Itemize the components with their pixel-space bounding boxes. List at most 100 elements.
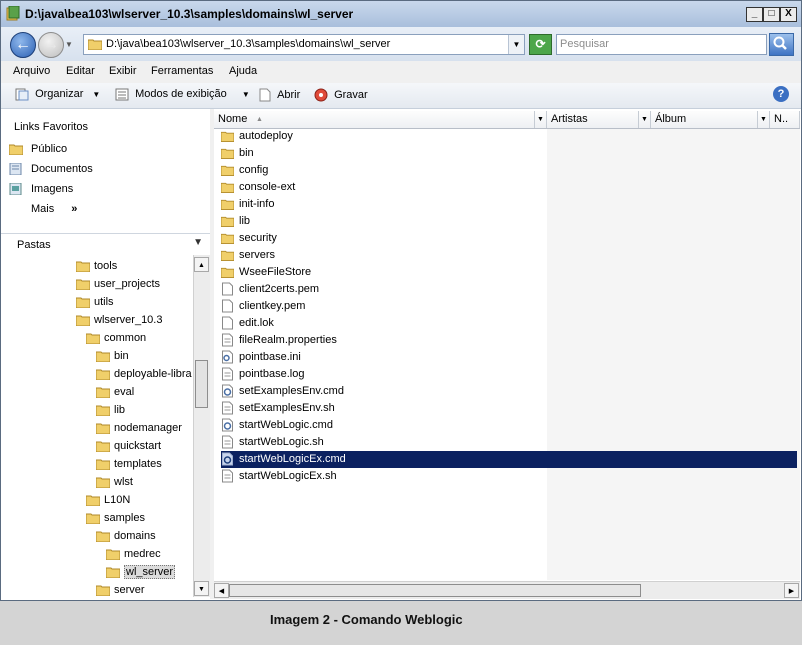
open-label: Abrir — [277, 88, 301, 101]
folder-tree: tools user_projects utils wlserver_10.3 … — [1, 255, 193, 599]
forward-button[interactable]: → — [38, 32, 64, 58]
tree-item[interactable]: common — [86, 330, 146, 346]
column-album[interactable]: Álbum ▼ — [651, 111, 770, 128]
scroll-up-button[interactable]: ▲ — [194, 257, 209, 272]
address-input[interactable]: D:\java\bea103\wlserver_10.3\samples\dom… — [83, 34, 525, 55]
list-item[interactable]: fileRealm.properties — [221, 332, 337, 349]
scroll-right-button[interactable]: ▶ — [784, 583, 799, 598]
minimize-button[interactable]: _ — [746, 7, 763, 22]
tree-item[interactable]: nodemanager — [96, 420, 182, 436]
list-item[interactable]: config — [221, 162, 268, 179]
document-icon — [222, 316, 233, 330]
list-item[interactable]: pointbase.ini — [221, 349, 301, 366]
refresh-button[interactable]: ⟳ — [529, 34, 552, 55]
favorites-more-link[interactable]: Mais » — [31, 203, 77, 215]
scroll-down-button[interactable]: ▼ — [194, 581, 209, 596]
column-artistas[interactable]: Artistas ▼ — [547, 111, 651, 128]
tree-item[interactable]: medrec — [106, 546, 161, 562]
list-item[interactable]: client2certs.pem — [221, 281, 319, 298]
folder-icon — [96, 459, 110, 471]
burn-label: Gravar — [334, 88, 368, 101]
list-item[interactable]: servers — [221, 247, 275, 264]
tree-item[interactable]: utils — [76, 294, 114, 310]
folder-icon — [221, 199, 234, 211]
tree-item[interactable]: deployable-libra — [96, 366, 192, 382]
column-number[interactable]: N.. — [770, 111, 800, 128]
list-item[interactable]: startWebLogic.cmd — [221, 417, 333, 434]
menu-ajuda[interactable]: Ajuda — [229, 65, 257, 77]
search-input[interactable]: Pesquisar — [556, 34, 767, 55]
folders-header[interactable]: Pastas ▼ — [1, 233, 210, 256]
list-item[interactable]: setExamplesEnv.sh — [221, 400, 335, 417]
menu-exibir[interactable]: Exibir — [109, 65, 137, 77]
tree-item[interactable]: samples — [86, 510, 145, 526]
help-button[interactable]: ? — [773, 86, 789, 102]
list-item[interactable]: startWebLogic.sh — [221, 434, 324, 451]
favorite-publico[interactable]: Público — [9, 143, 68, 156]
close-button[interactable]: X — [780, 7, 797, 22]
tree-item[interactable]: L10N — [86, 492, 130, 508]
list-item[interactable]: setExamplesEnv.cmd — [221, 383, 344, 400]
chevron-down-icon[interactable]: ▼ — [757, 111, 769, 128]
organize-button[interactable]: Organizar ▼ — [15, 88, 100, 101]
tree-item[interactable]: templates — [96, 456, 162, 472]
list-item[interactable]: console-ext — [221, 179, 295, 196]
list-item[interactable]: init-info — [221, 196, 274, 213]
maximize-button[interactable]: □ — [763, 7, 780, 22]
scroll-thumb[interactable] — [229, 584, 641, 597]
favorite-documentos[interactable]: Documentos — [9, 163, 93, 176]
list-item[interactable]: WseeFileStore — [221, 264, 311, 281]
list-item[interactable]: startWebLogicEx.sh — [221, 468, 337, 485]
scroll-left-button[interactable]: ◀ — [214, 583, 229, 598]
chevron-down-icon[interactable]: ▼ — [534, 111, 546, 128]
tree-item[interactable]: server — [96, 582, 145, 598]
list-item[interactable]: pointbase.log — [221, 366, 304, 383]
tree-item[interactable]: user_projects — [76, 276, 160, 292]
views-button[interactable]: Modos de exibição ▼ — [115, 88, 250, 101]
tree-item-selected[interactable]: wl_server — [106, 564, 176, 580]
column-headers: Nome ▲ ▼ Artistas ▼ Álbum ▼ N.. — [214, 111, 800, 129]
column-nome[interactable]: Nome ▲ ▼ — [214, 111, 547, 128]
menu-ferramentas[interactable]: Ferramentas — [151, 65, 213, 77]
list-item[interactable]: bin — [221, 145, 254, 162]
address-dropdown-button[interactable]: ▼ — [508, 35, 524, 54]
search-button[interactable] — [769, 33, 794, 56]
list-item[interactable]: autodeploy — [221, 128, 293, 145]
tree-item[interactable]: lib — [96, 402, 125, 418]
image-caption: Imagem 2 - Comando Weblogic — [270, 612, 463, 627]
tree-item[interactable]: tools — [76, 258, 117, 274]
list-item-selected[interactable]: startWebLogicEx.cmd — [221, 451, 797, 468]
menu-arquivo[interactable]: Arquivo — [13, 65, 50, 77]
folder-icon — [221, 182, 234, 194]
list-item[interactable]: clientkey.pem — [221, 298, 305, 315]
tree-item[interactable]: wlst — [96, 474, 133, 490]
burn-button[interactable]: Gravar — [314, 88, 368, 102]
documents-icon — [9, 163, 22, 176]
folder-icon — [76, 261, 90, 273]
double-chevron-icon: » — [71, 203, 78, 215]
tree-item[interactable]: domains — [96, 528, 156, 544]
back-button[interactable]: ← — [10, 32, 36, 58]
tree-item[interactable]: wlserver_10.3 — [76, 312, 162, 328]
folder-icon — [96, 351, 110, 363]
tree-item[interactable]: eval — [96, 384, 134, 400]
text-file-icon — [222, 469, 233, 483]
folder-icon — [96, 387, 110, 399]
list-item[interactable]: edit.lok — [221, 315, 274, 332]
tree-vertical-scrollbar[interactable]: ▲ ▼ — [193, 255, 210, 597]
favorite-imagens[interactable]: Imagens — [9, 183, 73, 196]
file-horizontal-scrollbar[interactable]: ◀ ▶ — [214, 581, 800, 599]
menu-editar[interactable]: Editar — [66, 65, 95, 77]
recent-pages-chevron-icon[interactable]: ▼ — [65, 40, 73, 49]
tree-item[interactable]: bin — [96, 348, 129, 364]
open-button[interactable]: Abrir — [259, 88, 300, 102]
list-item[interactable]: security — [221, 230, 277, 247]
chevron-down-icon[interactable]: ▼ — [638, 111, 650, 128]
cmd-file-icon — [222, 384, 233, 398]
scroll-thumb[interactable] — [195, 360, 208, 408]
favorite-label: Público — [31, 143, 68, 155]
sort-ascending-icon: ▲ — [256, 116, 263, 123]
list-item[interactable]: lib — [221, 213, 250, 230]
tree-item[interactable]: quickstart — [96, 438, 161, 454]
arrow-down-icon: ▼ — [198, 586, 205, 593]
